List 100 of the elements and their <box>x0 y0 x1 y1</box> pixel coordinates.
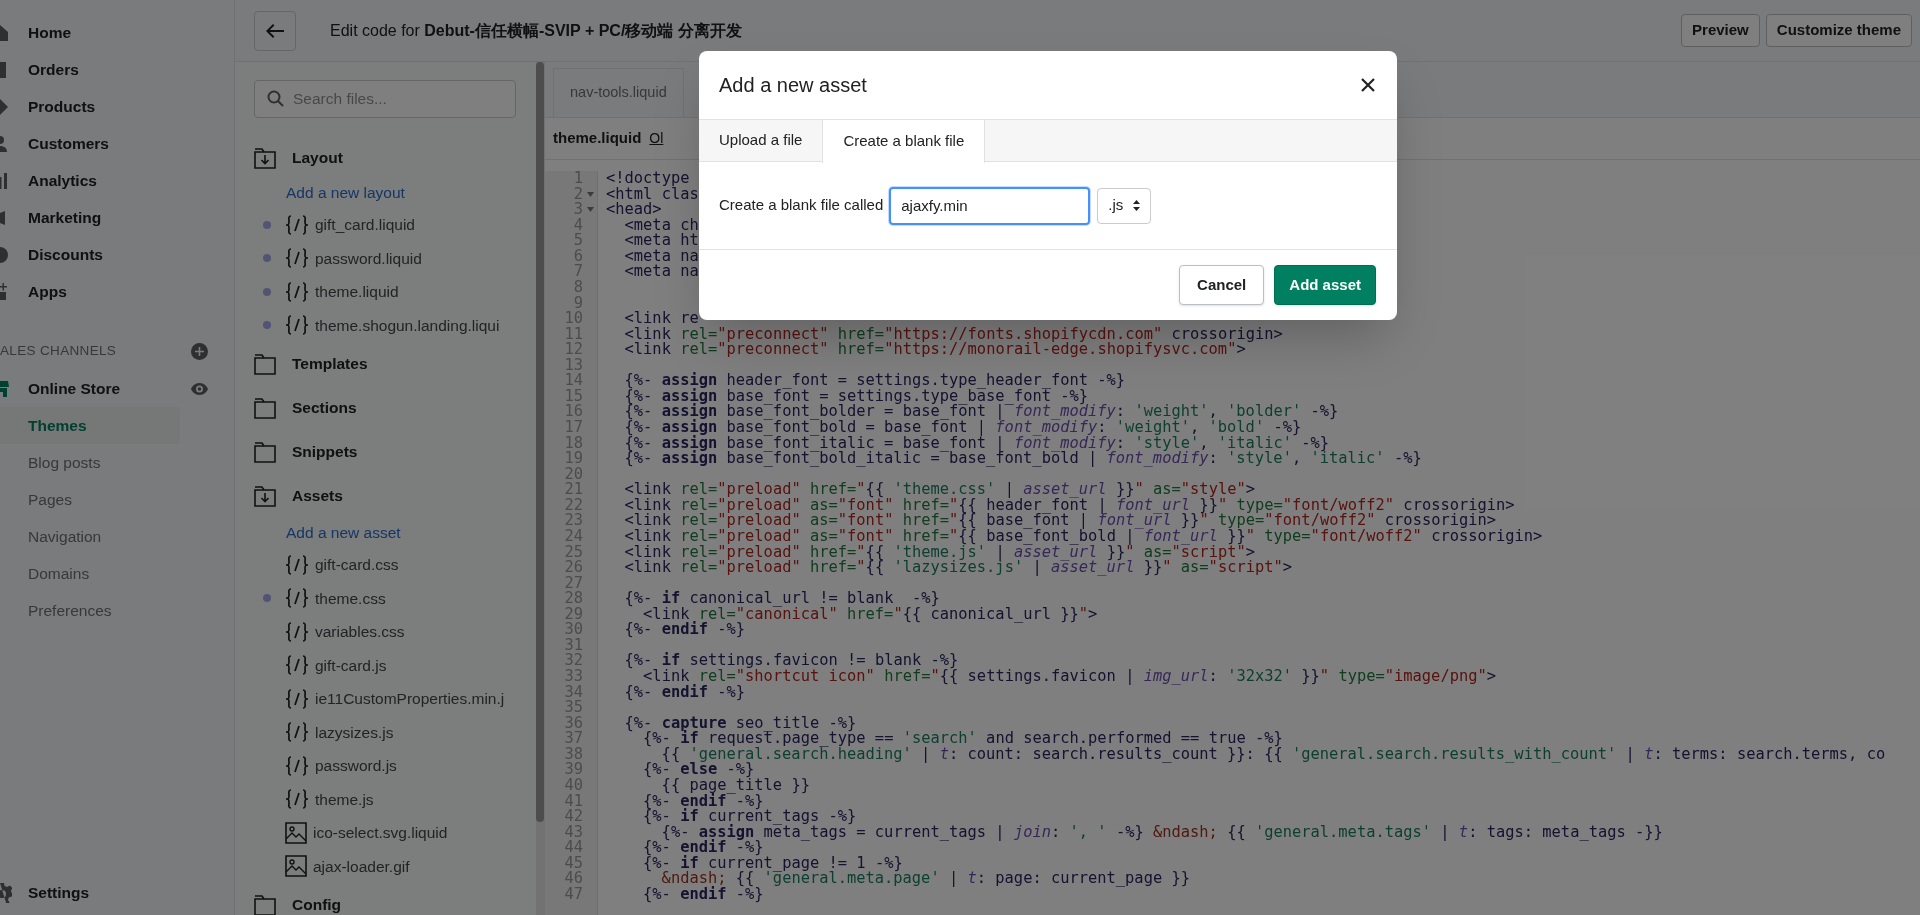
dialog-tab[interactable]: Upload a file <box>699 120 823 161</box>
add-channel-icon[interactable] <box>191 343 208 360</box>
file-name[interactable]: gift-card.css <box>315 553 399 577</box>
nav-item[interactable]: Navigation <box>0 518 180 555</box>
code-line: <meta na <box>623 248 699 265</box>
code-file-icon <box>285 588 309 609</box>
code-line: {%- assign base_font = settings.type_base_font -%} <box>623 388 1089 405</box>
nav-item[interactable]: Marketing <box>28 205 102 230</box>
code-file-icon <box>285 248 309 269</box>
view-icon[interactable] <box>191 382 208 395</box>
sort-arrows-icon <box>1133 200 1141 211</box>
code-line: {%- if current_tags -%} <box>642 809 857 825</box>
section-heading: ALES CHANNELS <box>0 342 117 361</box>
code-line: {%- assign base_font_bolder = base_font | font_modify: 'weight', 'bolder' -%} <box>623 404 1339 420</box>
code-file-icon <box>285 621 309 642</box>
code-line: {%- if settings.favicon != blank -%} <box>623 653 959 669</box>
code-line: {%- assign base_font_bold_italic = base_font_bold | font_modify: 'style', 'italic' -%} <box>623 451 1422 467</box>
add-file-link[interactable]: Add a new asset <box>286 521 401 545</box>
code-line: {%- assign meta_tags = current_tags | join: ', ' -%} &ndash; {{ 'general.meta.tags' | t: tags: meta_tags -}} <box>661 824 1663 841</box>
file-name[interactable]: theme.shogun.landing.liqui <box>315 313 500 337</box>
bar-chart-icon <box>0 170 10 191</box>
file-name[interactable]: password.liquid <box>315 246 422 270</box>
nav-item[interactable]: Preferences <box>0 592 180 629</box>
add-asset-button[interactable]: Add asset <box>1274 265 1376 305</box>
code-file-icon <box>285 554 309 575</box>
dialog-title: Add a new asset <box>719 73 867 98</box>
code-line: {%- endif -%} <box>642 840 764 856</box>
back-button[interactable] <box>254 10 296 51</box>
code-line: <!doctype <box>606 171 690 187</box>
folder-name[interactable]: Assets <box>292 484 343 508</box>
close-button[interactable] <box>1359 76 1377 94</box>
old-versions-link[interactable]: Ol <box>649 128 664 149</box>
file-name[interactable]: ajax-loader.gif <box>313 854 410 878</box>
nav-item[interactable]: Home <box>28 20 72 45</box>
code-line: {%- endif -%} <box>623 684 746 701</box>
code-line: <meta ch <box>623 217 699 234</box>
file-tab[interactable]: nav-tools.liquid <box>553 68 684 117</box>
file-name-field[interactable]: ajaxfy.min <box>889 186 1091 225</box>
nav-item[interactable]: Domains <box>0 555 180 592</box>
nav-item[interactable]: Orders <box>28 57 79 82</box>
file-title: theme.liquid <box>553 128 642 149</box>
file-name[interactable]: gift_card.liquid <box>315 213 415 237</box>
file-name[interactable]: ie11CustomProperties.min.j <box>315 687 505 711</box>
code-line: {%- assign base_font_bold = base_font | font_modify: 'weight', 'bold' -%} <box>623 420 1302 436</box>
search-icon <box>267 90 284 107</box>
file-name[interactable]: theme.liquid <box>315 280 399 304</box>
nav-item[interactable]: Blog posts <box>0 444 180 481</box>
plus-icon <box>195 347 204 356</box>
code-line: <link rel="preload" as="font" href="{{ base_font | font_url }}" type="font/woff2" crossorigin> <box>623 513 1497 529</box>
dialog-tab[interactable]: Create a blank file <box>822 120 986 163</box>
folder-name[interactable]: Templates <box>292 352 368 376</box>
preview-button[interactable]: Preview <box>1681 14 1760 47</box>
nav-item[interactable]: Analytics <box>28 168 97 193</box>
customize-theme-button[interactable]: Customize theme <box>1765 14 1912 47</box>
nav-item[interactable]: Online Store <box>28 376 191 401</box>
file-name[interactable]: theme.js <box>315 787 374 811</box>
search-field[interactable]: Search files... <box>254 80 516 118</box>
image-file-icon <box>285 821 307 844</box>
folder-name[interactable]: Snippets <box>292 440 358 464</box>
scrollbar[interactable] <box>536 62 544 915</box>
nav-item[interactable]: Customers <box>28 131 109 156</box>
cancel-button[interactable]: Cancel <box>1179 265 1265 305</box>
person-icon <box>0 133 10 154</box>
code-line: <link rel="preload" as="font" href="{{ header_font | font_url }}" type="font/woff2" crossorigin> <box>623 497 1515 514</box>
code-file-icon <box>285 755 309 776</box>
code-line: &ndash; {{ 'general.meta.page' | t: page: current_page }} <box>661 871 1190 887</box>
file-name[interactable]: password.js <box>315 754 397 778</box>
code-line: {%- endif -%} <box>642 886 764 903</box>
page-title: Edit code for Debut-信任横幅-SVIP + PC/移动端 分离开发 <box>330 20 743 41</box>
add-file-link[interactable]: Add a new layout <box>286 181 405 205</box>
nav-item[interactable]: Pages <box>0 481 180 518</box>
code-file-icon <box>285 688 309 709</box>
nav-item[interactable]: Discounts <box>28 242 103 267</box>
code-line: <link rel="preload" as="font" href="{{ base_font_bold | font_url }}" type="font/woff2" crossorigin> <box>623 528 1543 545</box>
nav-item[interactable]: Apps <box>28 279 67 304</box>
code-line: <link rel="shortcut icon" href="{{ settings.favicon | img_url: '32x32' }}" type="image/png"> <box>643 669 1497 685</box>
code-line: <link rel="preload" href="{{ 'lazysizes.js' | asset_url }}" as="script"> <box>623 560 1293 576</box>
file-name[interactable]: variables.css <box>315 620 405 644</box>
code-line: <meta ht <box>623 233 699 249</box>
file-name[interactable]: ico-select.svg.liquid <box>313 821 448 845</box>
file-name[interactable]: lazysizes.js <box>315 720 394 744</box>
code-line: {%- endif -%} <box>623 622 746 638</box>
code-line: {{ 'general.search.heading' | t: count: search.results_count }}: {{ 'general.search.results_with_count' | t: terms: search.terms, co <box>661 746 1886 763</box>
file-name[interactable]: theme.css <box>315 586 386 610</box>
folder-name[interactable]: Config <box>292 893 342 915</box>
nav-item[interactable]: Settings <box>28 881 90 905</box>
code-line: {%- assign base_font_italic = base_font | font_modify: 'style', 'italic' -%} <box>623 435 1330 452</box>
field-label: Create a blank file called <box>719 195 884 216</box>
file-name[interactable]: gift-card.js <box>315 653 387 677</box>
nav-item[interactable]: Themes <box>0 407 180 444</box>
folder-name[interactable]: Layout <box>292 146 343 170</box>
back-arrow-icon <box>266 23 284 38</box>
nav-item[interactable]: Products <box>28 94 96 119</box>
folder-name[interactable]: Sections <box>292 396 357 420</box>
code-line: {%- if current_page != 1 -%} <box>642 855 903 872</box>
eye-icon <box>191 382 208 395</box>
code-line: {%- else -%} <box>642 762 755 778</box>
code-file-icon <box>285 214 309 235</box>
code-file-icon <box>285 315 309 336</box>
extension-select[interactable]: .js <box>1097 187 1152 224</box>
